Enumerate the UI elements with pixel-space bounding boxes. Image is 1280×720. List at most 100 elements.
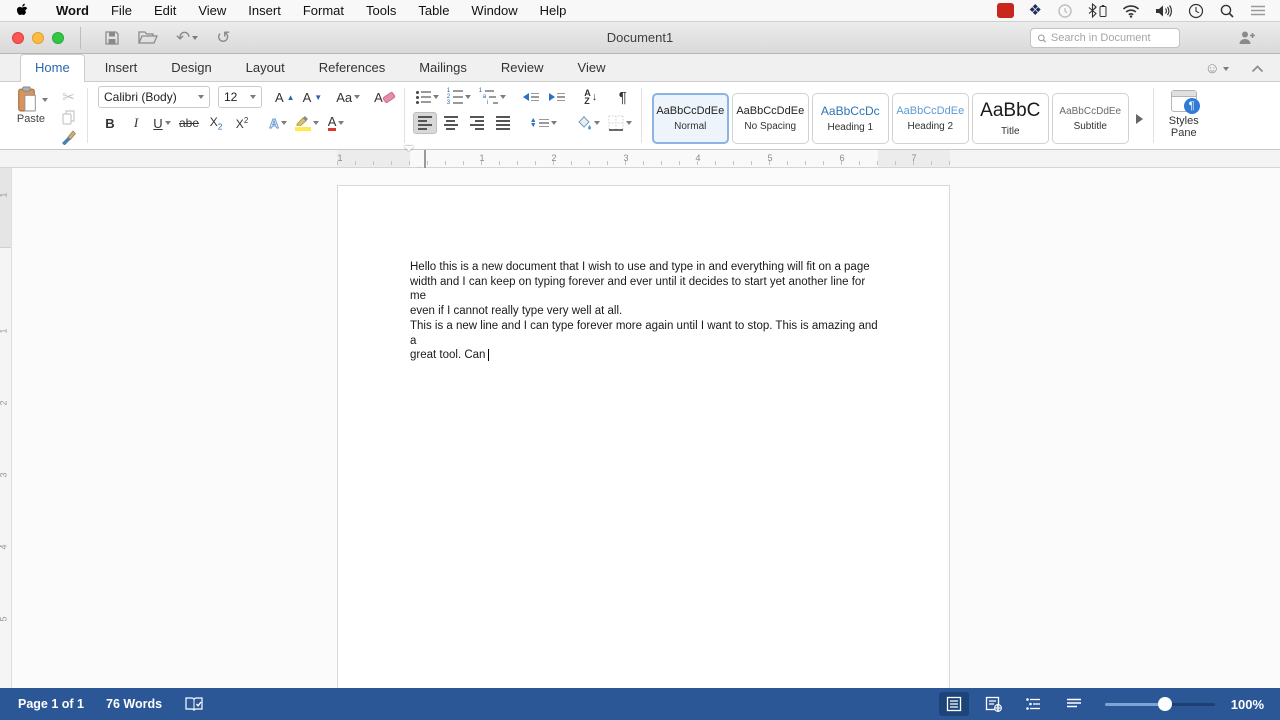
- font-name-select[interactable]: Calibri (Body): [98, 86, 210, 108]
- menu-tools[interactable]: Tools: [355, 3, 407, 18]
- multilevel-list-button[interactable]: 1 a i: [476, 86, 509, 108]
- tab-layout[interactable]: Layout: [232, 55, 299, 81]
- increase-indent-button[interactable]: [545, 86, 569, 108]
- word-count[interactable]: 76 Words: [106, 697, 162, 711]
- style-title[interactable]: AaBbC Title: [971, 93, 1049, 144]
- save-button[interactable]: [104, 30, 120, 46]
- dropbox-icon[interactable]: ❖: [1029, 3, 1042, 18]
- web-layout-view-button[interactable]: [979, 692, 1009, 716]
- search-input[interactable]: [1050, 32, 1173, 44]
- font-color-button[interactable]: A: [324, 112, 348, 134]
- menu-edit[interactable]: Edit: [143, 3, 187, 18]
- subscript-button[interactable]: X2: [204, 112, 228, 134]
- cut-icon[interactable]: ✂: [62, 88, 75, 106]
- more-styles-arrow[interactable]: [1135, 113, 1143, 124]
- clear-formatting-button[interactable]: A: [371, 86, 398, 108]
- borders-icon: [608, 115, 624, 131]
- align-right-button[interactable]: [465, 112, 489, 134]
- style-normal[interactable]: AaBbCcDdEe Normal: [651, 93, 729, 144]
- search-field[interactable]: [1030, 28, 1180, 48]
- strikethrough-button[interactable]: abe: [176, 112, 202, 134]
- justify-button[interactable]: [491, 112, 515, 134]
- undo-button[interactable]: ↶: [176, 29, 199, 46]
- bold-button[interactable]: B: [98, 112, 122, 134]
- sort-button[interactable]: A Z ↓: [579, 86, 603, 108]
- zoom-window-button[interactable]: [52, 31, 64, 44]
- text-effects-button[interactable]: A: [266, 112, 290, 134]
- underline-button[interactable]: U: [150, 112, 174, 134]
- copy-icon[interactable]: [62, 110, 75, 125]
- menu-format[interactable]: Format: [292, 3, 355, 18]
- align-left-button[interactable]: [412, 112, 437, 134]
- spell-check-icon[interactable]: [184, 696, 204, 712]
- style-no-spacing[interactable]: AaBbCcDdEe No Spacing: [731, 93, 809, 144]
- bluetooth-icon[interactable]: [1088, 3, 1097, 18]
- style-subtitle[interactable]: AaBbCcDdEe Subtitle: [1051, 93, 1129, 144]
- add-people-icon[interactable]: [1238, 30, 1256, 50]
- open-button[interactable]: [138, 30, 158, 45]
- clock-icon[interactable]: [1188, 3, 1204, 19]
- show-paragraph-marks-button[interactable]: ¶: [611, 86, 635, 108]
- zoom-slider-thumb[interactable]: [1158, 697, 1173, 711]
- minimize-window-button[interactable]: [32, 31, 44, 44]
- menu-window[interactable]: Window: [460, 3, 528, 18]
- feedback-smiley-button[interactable]: ☺: [1205, 60, 1229, 77]
- styles-pane-button[interactable]: ¶ Styles Pane: [1158, 82, 1210, 149]
- format-painter-icon[interactable]: [60, 129, 77, 145]
- film-strip-icon[interactable]: [996, 3, 1014, 18]
- line-spacing-button[interactable]: ▲ ▼: [527, 112, 560, 134]
- tab-design[interactable]: Design: [157, 55, 225, 81]
- zoom-slider[interactable]: [1104, 692, 1215, 716]
- document-text[interactable]: Hello this is a new document that I wish…: [410, 260, 882, 363]
- decrease-indent-button[interactable]: [519, 86, 543, 108]
- style-heading-1[interactable]: AaBbCcDc Heading 1: [811, 93, 889, 144]
- paste-button[interactable]: Paste: [8, 86, 54, 149]
- time-machine-icon[interactable]: [1057, 3, 1073, 19]
- change-case-button[interactable]: Aa: [333, 86, 363, 108]
- document-page[interactable]: Hello this is a new document that I wish…: [337, 185, 950, 688]
- spotlight-icon[interactable]: [1219, 3, 1235, 19]
- highlight-button[interactable]: [292, 112, 322, 134]
- tab-view[interactable]: View: [564, 55, 620, 81]
- page-indicator[interactable]: Page 1 of 1: [18, 697, 84, 711]
- numbering-button[interactable]: 1 2 3: [444, 86, 474, 108]
- collapse-ribbon-icon[interactable]: [1251, 64, 1264, 73]
- close-window-button[interactable]: [12, 31, 24, 44]
- font-size-select[interactable]: 12: [218, 86, 262, 108]
- menu-view[interactable]: View: [187, 3, 237, 18]
- menu-file[interactable]: File: [100, 3, 143, 18]
- notification-center-icon[interactable]: [1250, 4, 1266, 17]
- borders-button[interactable]: [605, 112, 635, 134]
- zoom-level[interactable]: 100%: [1231, 697, 1264, 712]
- tab-mailings[interactable]: Mailings: [405, 55, 481, 81]
- tab-review[interactable]: Review: [487, 55, 558, 81]
- menu-table[interactable]: Table: [407, 3, 460, 18]
- wifi-icon[interactable]: [1122, 4, 1140, 18]
- grow-font-button[interactable]: A ▲: [272, 86, 298, 108]
- menu-word[interactable]: Word: [45, 3, 100, 18]
- menu-insert[interactable]: Insert: [237, 3, 292, 18]
- style-heading-2[interactable]: AaBbCcDdEe Heading 2: [891, 93, 969, 144]
- apple-menu-icon[interactable]: [16, 3, 29, 18]
- align-center-button[interactable]: [439, 112, 463, 134]
- menu-help[interactable]: Help: [529, 3, 578, 18]
- tab-references[interactable]: References: [305, 55, 399, 81]
- indent-marker[interactable]: [404, 146, 426, 173]
- superscript-button[interactable]: X2: [230, 112, 254, 134]
- shading-button[interactable]: [572, 112, 603, 134]
- bullets-button[interactable]: [413, 86, 442, 108]
- tab-insert[interactable]: Insert: [91, 55, 152, 81]
- print-layout-view-button[interactable]: [938, 692, 969, 716]
- paste-dropdown-arrow[interactable]: [41, 98, 48, 102]
- redo-button[interactable]: ↺: [216, 29, 230, 46]
- outline-view-button[interactable]: [1019, 692, 1049, 716]
- undo-dropdown-arrow[interactable]: [192, 35, 199, 40]
- italic-button[interactable]: I: [124, 112, 148, 134]
- horizontal-ruler[interactable]: 1 1 2 3 4 5 6 7: [0, 146, 1280, 179]
- right-indent-marker[interactable]: [872, 156, 884, 179]
- shrink-font-button[interactable]: A ▼: [300, 86, 326, 108]
- vertical-ruler[interactable]: 1 1 2 3 4 5: [0, 168, 12, 688]
- draft-view-button[interactable]: [1059, 692, 1089, 716]
- tab-home[interactable]: Home: [20, 54, 85, 82]
- volume-icon[interactable]: [1155, 4, 1173, 18]
